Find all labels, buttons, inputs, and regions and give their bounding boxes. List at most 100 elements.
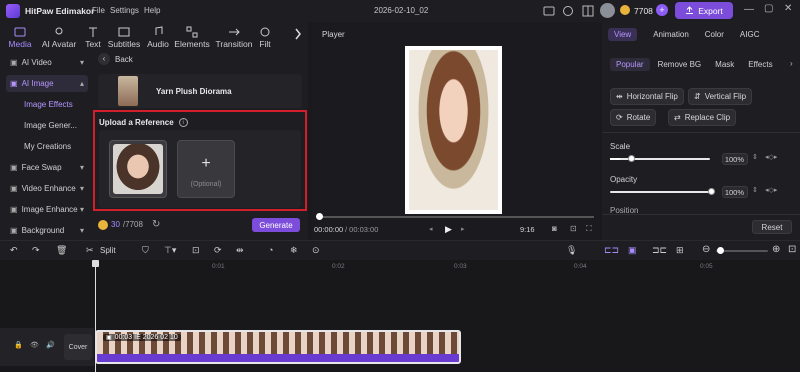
zoom-slider-knob[interactable] xyxy=(717,247,724,254)
timeline-clip[interactable]: ▣ 00:03 IE 2026 02 10 xyxy=(95,330,461,364)
record-icon[interactable]: ⊙ xyxy=(312,245,320,256)
opacity-stepper-icon[interactable]: ⇕ xyxy=(752,186,758,194)
avatar[interactable] xyxy=(600,3,615,18)
next-frame-icon[interactable]: ▸ xyxy=(461,225,465,233)
align-icon[interactable]: ⊞ xyxy=(676,245,684,256)
subtab-remove-bg[interactable]: Remove BG xyxy=(652,58,708,71)
menu-settings[interactable]: Settings xyxy=(110,6,139,15)
fullscreen-preview-icon[interactable]: ⛶ xyxy=(586,224,592,234)
track-mute-icon[interactable]: 🔊 xyxy=(46,341,55,349)
maximize-icon[interactable]: ▢ xyxy=(764,3,773,14)
zoom-in-icon[interactable]: ⊕ xyxy=(772,244,780,255)
scale-input[interactable]: 100% xyxy=(722,153,748,165)
more-subtabs-icon[interactable]: › xyxy=(790,59,793,68)
scale-slider-knob[interactable] xyxy=(628,155,635,162)
rotate-button[interactable]: ⟳ Rotate xyxy=(610,109,657,126)
aspect-ratio[interactable]: 9:16 xyxy=(520,225,535,234)
selected-effect[interactable]: Yarn Plush Diorama xyxy=(98,74,302,108)
export-button[interactable]: Export xyxy=(675,2,733,19)
tab-filters[interactable]: Filt xyxy=(256,23,274,49)
chevron-right-icon[interactable] xyxy=(294,28,302,40)
track-lock-icon[interactable]: 🔒 xyxy=(14,341,23,349)
sidebar-item-video-enhance[interactable]: ▣ Video Enhance ▾ xyxy=(6,180,88,197)
redo-icon[interactable]: ↷ xyxy=(32,245,40,256)
crop-icon[interactable]: ⊡ xyxy=(570,224,577,233)
back-button[interactable]: ‹ Back xyxy=(98,50,308,68)
tab-text[interactable]: Text xyxy=(82,23,104,49)
transform-icon[interactable]: ⟳ xyxy=(214,245,222,256)
tab-media[interactable]: Media xyxy=(4,23,36,49)
mirror-icon[interactable]: ⇹ xyxy=(236,245,244,256)
delete-icon[interactable]: 🗑 xyxy=(56,245,67,256)
opacity-keyframe-icon[interactable]: ◂◇▸ xyxy=(765,186,777,194)
info-icon[interactable]: i xyxy=(178,118,188,127)
video-preview[interactable] xyxy=(405,46,502,214)
playhead-knob[interactable] xyxy=(316,213,323,220)
horizontal-flip-button[interactable]: ⇹ Horizontal Flip xyxy=(610,88,684,105)
tab-audio[interactable]: Audio xyxy=(144,23,172,49)
playhead-handle[interactable] xyxy=(92,260,99,267)
reference-image-slot[interactable] xyxy=(109,140,167,198)
sidebar-item-background[interactable]: ▣ Background ▾ xyxy=(6,222,88,239)
generate-button[interactable]: Generate xyxy=(252,218,300,232)
zoom-out-icon[interactable]: ⊖ xyxy=(702,244,710,255)
reset-button[interactable]: Reset xyxy=(752,220,792,234)
split-label[interactable]: Split xyxy=(100,246,116,255)
subtab-popular[interactable]: Popular xyxy=(610,58,650,71)
tab-subtitles[interactable]: Subtitles xyxy=(104,23,144,49)
sidebar-item-image-enhance[interactable]: ▣ Image Enhance ▾ xyxy=(6,201,88,218)
opacity-input[interactable]: 100% xyxy=(722,186,748,198)
play-icon[interactable]: ▶ xyxy=(445,224,452,235)
snap-icon[interactable]: ⊐⊏ xyxy=(652,245,667,256)
tab-elements[interactable]: Elements xyxy=(172,23,212,49)
speed-icon[interactable]: ◔ xyxy=(268,245,273,255)
add-credits-icon[interactable]: + xyxy=(656,4,668,16)
freeze-icon[interactable]: ❄ xyxy=(290,245,298,256)
track-visibility-icon[interactable]: 👁 xyxy=(30,341,39,349)
subtab-effects[interactable]: Effects xyxy=(742,58,778,71)
tab-ai-avatar[interactable]: AI Avatar xyxy=(36,23,82,49)
split-icon[interactable]: ✂ xyxy=(86,245,94,256)
opacity-slider[interactable] xyxy=(610,191,714,193)
playback-track[interactable] xyxy=(318,216,594,218)
marker-icon[interactable]: ⛉ xyxy=(142,245,149,256)
sidebar-item-face-swap[interactable]: ▣ Face Swap ▾ xyxy=(6,159,88,176)
opacity-slider-knob[interactable] xyxy=(708,188,715,195)
fullscreen-icon[interactable] xyxy=(543,5,555,17)
tab-animation[interactable]: Animation xyxy=(653,30,689,39)
replace-clip-button[interactable]: ⇄ Replace Clip xyxy=(668,109,737,126)
minimize-icon[interactable]: — xyxy=(744,4,754,15)
crop-tool-icon[interactable]: ⊡ xyxy=(192,245,200,256)
refresh-icon[interactable]: ↻ xyxy=(152,219,160,230)
scale-stepper-icon[interactable]: ⇕ xyxy=(752,153,758,161)
undo-icon[interactable]: ↶ xyxy=(10,245,18,256)
snapshot-icon[interactable]: ◙ xyxy=(552,224,557,233)
tab-color[interactable]: Color xyxy=(705,30,724,39)
menu-file[interactable]: File xyxy=(92,6,105,15)
sidebar-item-ai-image[interactable]: ▣ AI Image ▴ xyxy=(6,75,88,92)
scale-keyframe-icon[interactable]: ◂◇▸ xyxy=(765,153,777,161)
timeline-ruler[interactable]: 0:01 0:02 0:03 0:04 0:05 xyxy=(94,260,800,274)
microphone-icon[interactable]: 🎙 xyxy=(566,245,577,256)
subtab-mask[interactable]: Mask xyxy=(709,58,740,71)
optional-image-slot[interactable]: + (Optional) xyxy=(177,140,235,198)
menu-help[interactable]: Help xyxy=(144,6,160,15)
sidebar-item-image-effects[interactable]: Image Effects xyxy=(6,96,88,113)
tab-view[interactable]: View xyxy=(608,28,638,41)
tab-transition[interactable]: Transition xyxy=(212,23,256,49)
fit-timeline-icon[interactable]: ⊡ xyxy=(788,244,796,255)
vertical-flip-button[interactable]: ⇵ Vertical Flip xyxy=(688,88,753,105)
scale-slider[interactable] xyxy=(610,158,710,160)
cover-button[interactable]: Cover xyxy=(64,334,92,360)
text-tool-icon[interactable]: ⊤▾ xyxy=(164,245,176,256)
prev-frame-icon[interactable]: ◂ xyxy=(429,225,433,233)
sidebar-item-my-creations[interactable]: My Creations xyxy=(6,138,88,155)
tab-aigc[interactable]: AIGC xyxy=(740,30,760,39)
headset-icon[interactable] xyxy=(562,5,574,17)
sidebar-item-ai-video[interactable]: ▣ AI Video ▾ xyxy=(6,54,88,71)
close-icon[interactable]: ✕ xyxy=(784,3,792,14)
magnet-icon[interactable]: ▣ xyxy=(628,245,637,256)
link-icon[interactable]: ⊏⊐ xyxy=(604,245,619,256)
grid-icon[interactable] xyxy=(582,5,594,17)
sidebar-item-image-generator[interactable]: Image Gener... xyxy=(6,117,88,134)
